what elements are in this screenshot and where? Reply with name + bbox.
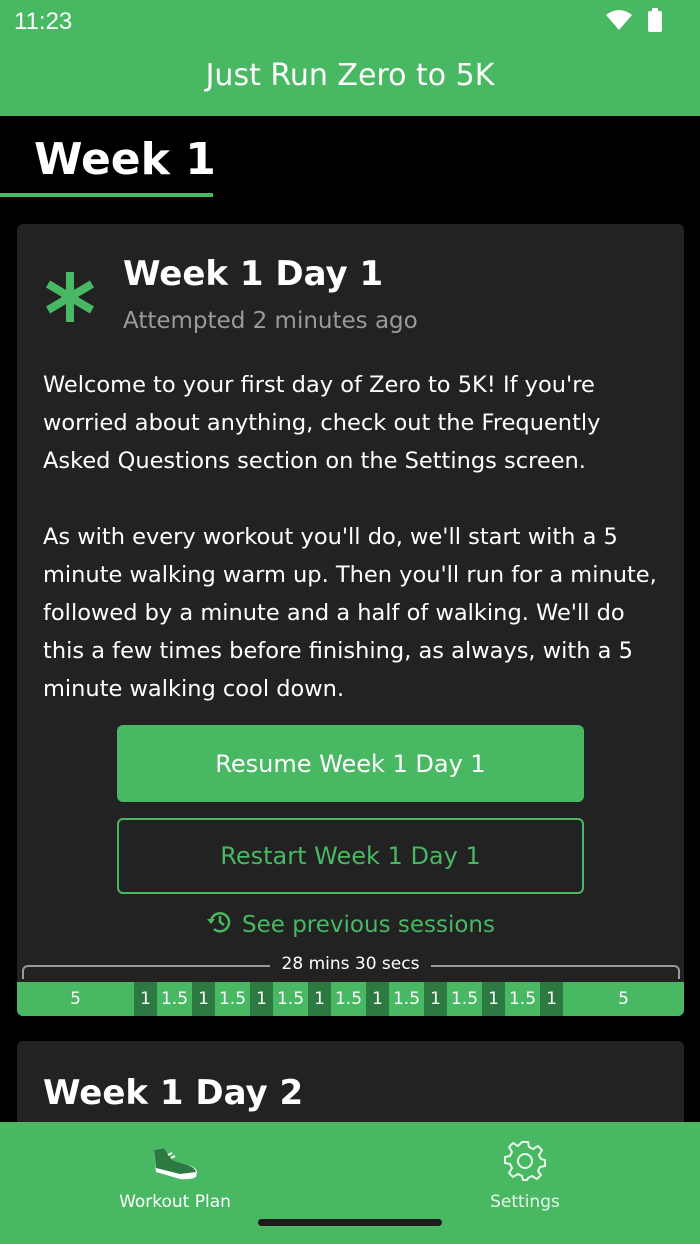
app-screen: 11:23 Just Run Zero to 5K Week 1 Week 1 … bbox=[0, 0, 700, 1244]
workout-title-day2: Week 1 Day 2 bbox=[43, 1073, 304, 1113]
timeline-walk-segment: 1.5 bbox=[389, 982, 424, 1016]
timeline-walk-segment: 1.5 bbox=[447, 982, 482, 1016]
resume-workout-button[interactable]: Resume Week 1 Day 1 bbox=[117, 725, 584, 802]
timeline-walk-segment: 1.5 bbox=[157, 982, 192, 1016]
total-duration-text: 28 mins 30 secs bbox=[269, 954, 432, 974]
workout-title: Week 1 Day 1 bbox=[123, 254, 384, 294]
workout-description: Welcome to your first day of Zero to 5K!… bbox=[43, 366, 661, 708]
workout-timeline: 5 1 1.5 1 1.5 1 1.5 1 1.5 1 1.5 1 1.5 1 1.5 1 5 bbox=[17, 982, 684, 1016]
timeline-run-segment: 1 bbox=[366, 982, 389, 1016]
timeline-walk-segment: 1.5 bbox=[331, 982, 366, 1016]
timeline-run-segment: 1 bbox=[424, 982, 447, 1016]
timeline-run-segment: 1 bbox=[482, 982, 505, 1016]
see-previous-sessions-link[interactable]: See previous sessions bbox=[17, 910, 684, 940]
asterisk-icon bbox=[43, 270, 97, 328]
app-title: Just Run Zero to 5K bbox=[205, 58, 495, 93]
wifi-icon bbox=[606, 9, 632, 35]
timeline-walk-segment: 5 bbox=[563, 982, 684, 1016]
gear-icon bbox=[504, 1140, 546, 1186]
bottom-navigation: Workout Plan Settings bbox=[0, 1122, 700, 1244]
app-bar: Just Run Zero to 5K bbox=[0, 42, 700, 116]
battery-icon bbox=[648, 8, 662, 36]
timeline-run-segment: 1 bbox=[308, 982, 331, 1016]
home-indicator[interactable] bbox=[258, 1219, 442, 1226]
workout-attempted-status: Attempted 2 minutes ago bbox=[123, 308, 418, 334]
tab-indicator bbox=[0, 193, 213, 197]
nav-workout-plan[interactable]: Workout Plan bbox=[0, 1122, 350, 1212]
history-icon bbox=[206, 908, 234, 942]
see-previous-sessions-label: See previous sessions bbox=[242, 912, 495, 938]
description-paragraph-1: Welcome to your first day of Zero to 5K!… bbox=[43, 372, 601, 474]
total-duration: 28 mins 30 secs bbox=[17, 954, 684, 974]
nav-settings-label: Settings bbox=[490, 1192, 560, 1212]
timeline-walk-segment: 1.5 bbox=[215, 982, 250, 1016]
nav-settings[interactable]: Settings bbox=[350, 1122, 700, 1212]
timeline-run-segment: 1 bbox=[134, 982, 157, 1016]
timeline-walk-segment: 1.5 bbox=[273, 982, 308, 1016]
timeline-run-segment: 1 bbox=[192, 982, 215, 1016]
shoe-icon bbox=[150, 1146, 200, 1186]
timeline-walk-segment: 1.5 bbox=[505, 982, 540, 1016]
timeline-run-segment: 1 bbox=[540, 982, 563, 1016]
status-time: 11:23 bbox=[14, 8, 73, 35]
nav-workout-plan-label: Workout Plan bbox=[119, 1192, 231, 1212]
status-bar: 11:23 bbox=[0, 0, 700, 42]
tab-week-1[interactable]: Week 1 bbox=[34, 134, 216, 185]
restart-workout-button[interactable]: Restart Week 1 Day 1 bbox=[117, 818, 584, 894]
workout-card-week1-day1: Week 1 Day 1 Attempted 2 minutes ago Wel… bbox=[17, 224, 684, 1016]
week-tabs: Week 1 bbox=[0, 116, 700, 200]
timeline-run-segment: 1 bbox=[250, 982, 273, 1016]
description-paragraph-2: As with every workout you'll do, we'll s… bbox=[43, 524, 657, 702]
timeline-walk-segment: 5 bbox=[17, 982, 134, 1016]
